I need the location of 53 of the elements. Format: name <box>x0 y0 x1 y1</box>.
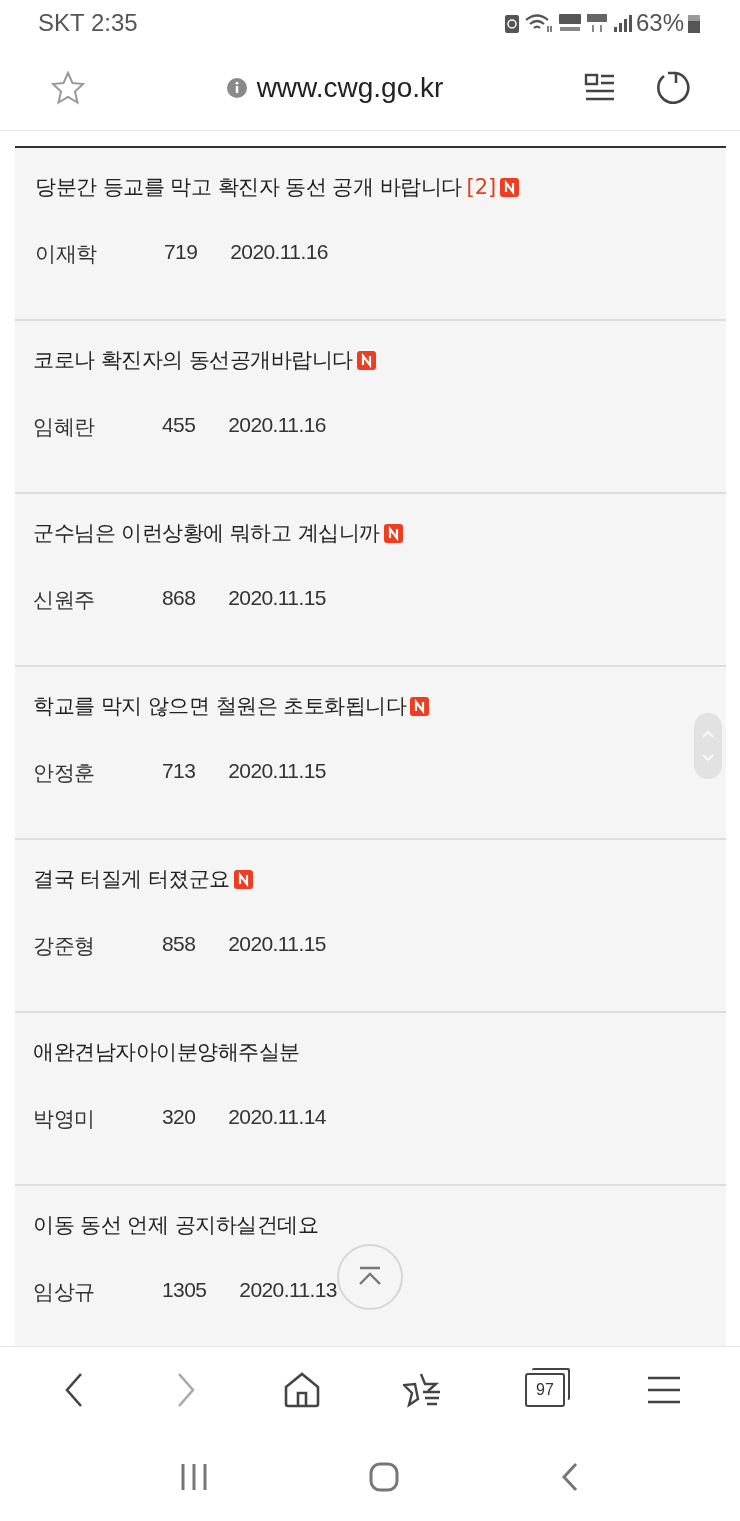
battery-percent: 63% <box>635 9 684 37</box>
tab-count: 97 <box>536 1381 554 1399</box>
view-count: 320 <box>162 1105 196 1130</box>
post-author: 임상규 <box>33 1279 96 1306</box>
view-count: 455 <box>162 413 196 438</box>
post-date: 2020.11.15 <box>228 932 326 957</box>
post-date: 2020.11.16 <box>228 413 326 438</box>
view-count: 868 <box>162 586 196 611</box>
post-title[interactable]: 당분간 등교를 막고 확진자 동선 공개 바랍니다 <box>35 173 462 201</box>
post-author: 신원주 <box>33 587 96 614</box>
post-author: 박영미 <box>33 1106 96 1133</box>
post-title[interactable]: 이동 동선 언제 공지하실건데요 <box>33 1211 319 1239</box>
signal-icon <box>611 12 632 34</box>
post-title[interactable]: 군수님은 이런상황에 뭐하고 계십니까 <box>33 519 380 547</box>
post-author: 임혜란 <box>33 414 96 441</box>
post-date: 2020.11.15 <box>228 759 326 784</box>
view-count: 719 <box>164 240 198 265</box>
home-icon[interactable] <box>283 1371 321 1409</box>
post-title[interactable]: 학교를 막지 않으면 철원은 초토화됩니다 <box>33 692 407 720</box>
url-text[interactable]: www.cwg.go.kr <box>256 72 444 104</box>
post-date: 2020.11.14 <box>228 1105 326 1130</box>
comment-count: [2] <box>466 175 497 199</box>
scroll-handle[interactable] <box>694 713 722 779</box>
post-date: 2020.11.15 <box>228 586 326 611</box>
post-card[interactable]: 학교를 막지 않으면 철원은 초토화됩니다 안정훈 713 2020.11.15 <box>15 667 726 840</box>
battery-saver-icon <box>503 12 520 34</box>
post-card[interactable]: 애완견남자아이분양해주실분 박영미 320 2020.11.14 <box>15 1013 726 1186</box>
post-card[interactable]: 당분간 등교를 막고 확진자 동선 공개 바랍니다 [2] 이재학 719 2020.11.16 <box>15 148 726 321</box>
post-card[interactable]: 군수님은 이런상황에 뭐하고 계십니까 신원주 868 2020.11.15 <box>15 494 726 667</box>
post-title[interactable]: 코로나 확진자의 동선공개바랍니다 <box>33 346 353 374</box>
post-date: 2020.11.16 <box>230 240 328 265</box>
info-icon[interactable] <box>226 78 247 98</box>
post-card[interactable]: 코로나 확진자의 동선공개바랍니다 임혜란 455 2020.11.16 <box>15 321 726 494</box>
post-author: 강준형 <box>33 933 96 960</box>
post-author: 이재학 <box>35 241 98 268</box>
battery-icon <box>688 12 700 34</box>
menu-icon[interactable] <box>647 1375 681 1405</box>
refresh-icon[interactable] <box>654 69 692 107</box>
wifi-icon <box>523 12 554 34</box>
post-title[interactable]: 결국 터질게 터졌군요 <box>33 865 230 893</box>
view-count: 1305 <box>162 1278 207 1303</box>
home-button-icon[interactable] <box>369 1462 399 1492</box>
view-count: 858 <box>162 932 196 957</box>
post-card[interactable]: 결국 터질게 터졌군요 강준형 858 2020.11.15 <box>15 840 726 1013</box>
back-button-icon[interactable] <box>559 1462 580 1492</box>
post-title[interactable]: 애완견남자아이분양해주실분 <box>33 1038 300 1066</box>
recent-apps-icon[interactable] <box>180 1463 209 1491</box>
post-author: 안정훈 <box>33 760 96 787</box>
view-count: 713 <box>162 759 196 784</box>
star-icon[interactable] <box>50 70 86 106</box>
post-card[interactable]: 이동 동선 언제 공지하실건데요 임상규 1305 2020.11.13 <box>15 1186 726 1346</box>
post-date: 2020.11.13 <box>239 1278 337 1303</box>
status-time: SKT 2:35 <box>38 9 138 37</box>
